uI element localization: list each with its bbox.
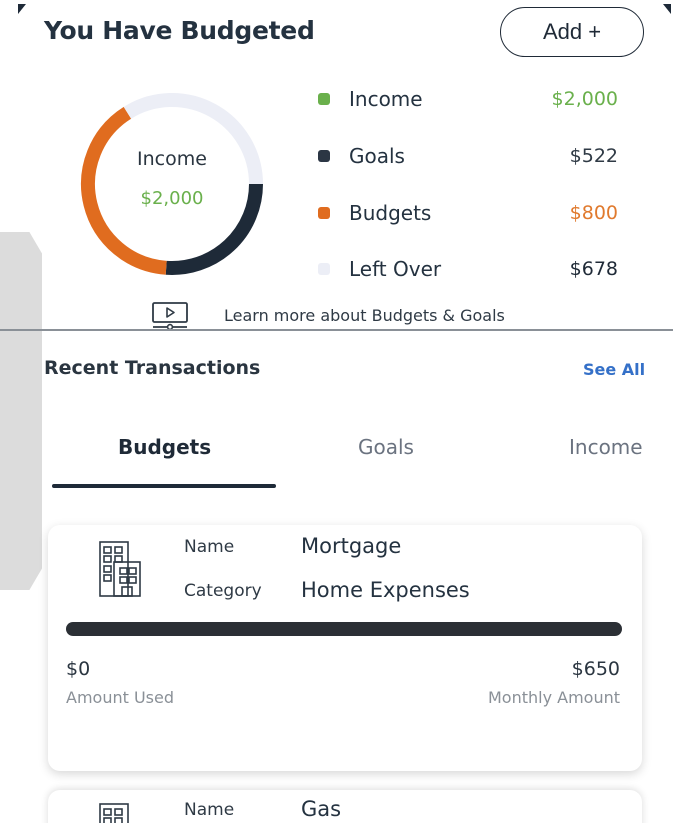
monthly-amount: $650 xyxy=(571,658,620,680)
side-decoration xyxy=(0,232,42,590)
building-icon xyxy=(99,803,129,823)
legend-label: Income xyxy=(349,87,423,111)
legend-label: Goals xyxy=(349,144,405,168)
card-name-key: Name xyxy=(184,537,235,557)
building-icon xyxy=(99,541,141,597)
card-category-key: Category xyxy=(184,581,262,601)
see-all-link[interactable]: See All xyxy=(583,360,645,379)
legend-value: $522 xyxy=(569,145,618,167)
legend-dot-budgets xyxy=(318,207,330,219)
card-name-value: Gas xyxy=(301,797,342,821)
learn-more-link[interactable]: Learn more about Budgets & Goals xyxy=(150,300,505,331)
legend-label: Left Over xyxy=(349,257,442,281)
card-name-key: Name xyxy=(184,800,235,820)
legend-dot-income xyxy=(318,93,330,105)
legend-dot-goals xyxy=(318,150,330,162)
tab-goals[interactable]: Goals xyxy=(358,435,414,459)
card-category-value: Home Expenses xyxy=(301,578,470,602)
active-tab-indicator xyxy=(52,484,276,488)
legend-value: $800 xyxy=(569,202,618,224)
legend-goals: Goals $522 xyxy=(318,141,618,171)
card-name-value: Mortgage xyxy=(301,534,402,558)
legend-income: Income $2,000 xyxy=(318,84,618,114)
monthly-amount-caption: Monthly Amount xyxy=(487,688,620,707)
amount-used-caption: Amount Used xyxy=(66,688,175,707)
legend-value: $2,000 xyxy=(551,88,618,110)
legend-left-over: Left Over $678 xyxy=(318,254,618,284)
video-tutorial-icon xyxy=(150,302,190,331)
corner-mark-right xyxy=(663,4,671,14)
tab-income[interactable]: Income xyxy=(569,435,649,459)
donut-center-label: Income xyxy=(137,147,207,170)
page-title: You Have Budgeted xyxy=(44,16,315,45)
donut-center-amount: $2,000 xyxy=(140,187,204,209)
amount-used: $0 xyxy=(66,658,91,680)
tab-budgets[interactable]: Budgets xyxy=(118,435,211,459)
donut-center: Income $2,000 xyxy=(76,88,268,280)
legend-dot-left-over xyxy=(318,263,330,275)
recent-transactions-title: Recent Transactions xyxy=(44,357,261,379)
budget-progress-bar xyxy=(66,622,622,636)
legend-value: $678 xyxy=(569,258,618,280)
section-divider xyxy=(0,329,673,331)
corner-mark-left xyxy=(18,4,26,14)
learn-more-text: Learn more about Budgets & Goals xyxy=(224,305,505,325)
add-button[interactable]: Add + xyxy=(500,7,644,57)
legend-label: Budgets xyxy=(349,201,432,225)
legend-budgets: Budgets $800 xyxy=(318,198,618,228)
